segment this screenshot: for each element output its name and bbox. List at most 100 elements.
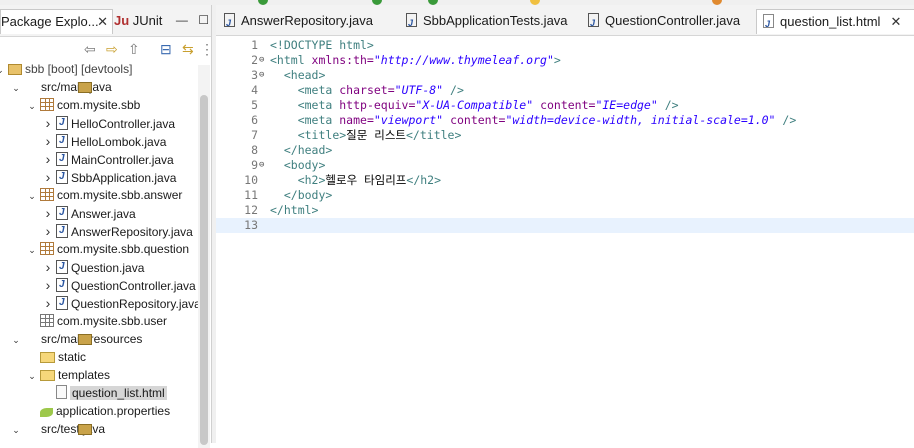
maximize-icon[interactable]: ☐ (198, 13, 209, 27)
chevron-down-icon[interactable]: ⌄ (10, 421, 22, 439)
chevron-right-icon[interactable]: › (42, 204, 54, 222)
tree-scrollbar-thumb[interactable] (200, 95, 208, 445)
chevron-right-icon[interactable]: › (42, 132, 54, 150)
tree-item-label: sbb [boot] [devtools] (25, 62, 133, 76)
chevron-down-icon[interactable]: ⌄ (10, 331, 22, 349)
up-icon[interactable]: ⇧ (128, 41, 140, 58)
chevron-right-icon[interactable]: › (42, 294, 54, 312)
code-token: "width=device-width, initial-scale=1.0" (505, 113, 776, 127)
chevron-right-icon[interactable]: › (42, 222, 54, 240)
fold-collapse-icon[interactable]: ⊖ (259, 158, 264, 173)
code-line[interactable]: 9 ⊖ <body> (216, 158, 914, 173)
tree-item[interactable]: ⌄ com.mysite.sbb (26, 96, 140, 114)
tree-item-label: HelloLombok.java (71, 135, 167, 149)
tree-item-label: AnswerRepository.java (71, 225, 193, 239)
tree-item[interactable]: ⌄ src/test/java (10, 420, 105, 438)
java-file-icon (56, 294, 68, 312)
code-line[interactable]: 3 ⊖ <head> (216, 68, 914, 83)
code-line[interactable]: 11 </body> (216, 188, 914, 203)
code-token: "viewport" (373, 113, 444, 127)
chevron-down-icon[interactable]: ⌄ (26, 187, 38, 205)
code-line[interactable]: 1 <!DOCTYPE html> (216, 38, 914, 53)
code-line[interactable]: 5 <meta http-equiv="X-UA-Compatible" con… (216, 98, 914, 113)
tree-item[interactable]: ⌄ sbb [boot] [devtools] (0, 60, 132, 78)
code-token: content= (540, 98, 596, 112)
chevron-right-icon[interactable]: › (42, 276, 54, 294)
html-file-icon (56, 385, 67, 399)
tree-item-label: com.mysite.sbb (57, 98, 141, 112)
tree-item[interactable]: ⌄ com.mysite.sbb.question (26, 240, 189, 258)
minimize-icon[interactable]: — (176, 13, 188, 27)
tree-item[interactable]: › Answer.java (42, 204, 136, 222)
close-icon[interactable]: ✕ (97, 10, 108, 34)
fold-collapse-icon[interactable]: ⊖ (259, 53, 264, 68)
code-text: <meta name="viewport" content="width=dev… (270, 113, 797, 128)
java-file-icon (588, 11, 599, 35)
forward-arrow-icon[interactable]: ⇨ (106, 41, 118, 58)
editor-tab-label: SbbApplicationTests.java (423, 13, 568, 28)
project-icon (8, 64, 22, 75)
tree-item[interactable]: ⌄ src/main/java (10, 78, 111, 97)
link-with-editor-icon[interactable]: ⇆ (182, 41, 194, 58)
tree-item-label: com.mysite.sbb.user (57, 314, 168, 328)
tab-answer-repository[interactable]: AnswerRepository.java (224, 9, 373, 35)
tab-sbb-application-tests[interactable]: SbbApplicationTests.java (406, 9, 568, 35)
tree-item[interactable]: static (26, 348, 86, 366)
code-token: /> (775, 113, 797, 127)
collapse-all-icon[interactable]: ⊟ (160, 41, 172, 58)
tree-item-label: src/test/java (41, 422, 106, 436)
tab-junit[interactable]: Ju JUnit (114, 9, 162, 33)
code-line[interactable]: 13 (216, 218, 914, 233)
folder-icon (40, 352, 55, 363)
chevron-right-icon[interactable]: › (42, 114, 54, 132)
chevron-right-icon[interactable]: › (42, 258, 54, 276)
tree-item[interactable]: › MainController.java (42, 150, 174, 168)
tab-question-list-html[interactable]: question_list.html ✕ (756, 9, 914, 36)
tree-item[interactable]: › Question.java (42, 258, 145, 276)
code-line[interactable]: 7 <title>질문 리스트</title> (216, 128, 914, 143)
tree-item[interactable]: › HelloLombok.java (42, 132, 167, 150)
tree-item[interactable]: ⌄src/main/resources (10, 330, 142, 348)
editor-tabbar: AnswerRepository.java SbbApplicationTest… (216, 5, 914, 36)
tree-item[interactable]: ⌄ com.mysite.sbb.answer (26, 186, 182, 204)
tab-package-explorer[interactable]: Package Explo... ✕ (0, 9, 113, 34)
chevron-right-icon[interactable]: › (42, 150, 54, 168)
tree-item[interactable]: question_list.html (42, 384, 167, 402)
tree-item[interactable]: › AnswerRepository.java (42, 222, 193, 240)
close-icon[interactable]: ✕ (890, 14, 901, 29)
code-token: name= (339, 113, 374, 127)
tree-item[interactable]: ⌄ templates (26, 366, 110, 384)
code-text: <body> (270, 158, 326, 173)
tree-item[interactable]: › QuestionController.java (42, 276, 196, 294)
code-line[interactable]: 4 <meta charset="UTF-8" /> (216, 83, 914, 98)
tree-item[interactable]: › HelloController.java (42, 114, 175, 132)
code-line[interactable]: 6 <meta name="viewport" content="width=d… (216, 113, 914, 128)
chevron-down-icon[interactable]: ⌄ (0, 61, 6, 79)
editor-tab-label: QuestionController.java (605, 13, 741, 28)
line-number: 12 (244, 203, 258, 217)
back-arrow-icon[interactable]: ⇦ (84, 41, 96, 58)
code-line[interactable]: 2 ⊖ <html xmlns:th="http://www.thymeleaf.o… (216, 53, 914, 68)
package-icon (40, 188, 54, 201)
tab-question-controller[interactable]: QuestionController.java (588, 9, 741, 35)
tree-item[interactable]: application.properties (26, 402, 170, 420)
chevron-right-icon[interactable]: › (42, 168, 54, 186)
code-token: </html> (270, 203, 319, 217)
source-folder-icon (78, 334, 92, 345)
chevron-down-icon[interactable]: ⌄ (26, 241, 38, 259)
chevron-down-icon[interactable]: ⌄ (10, 79, 22, 97)
java-file-icon (56, 114, 68, 132)
tree-item[interactable]: › QuestionRepository.java (42, 294, 201, 312)
code-line[interactable]: 10 <h2>헬로우 타임리프</h2> (216, 173, 914, 188)
tree-item[interactable]: › SbbApplication.java (42, 168, 177, 186)
code-line[interactable]: 12 </html> (216, 203, 914, 218)
tree-item-label: question_list.html (70, 386, 167, 400)
code-line[interactable]: 8 </head> (216, 143, 914, 158)
line-number: 3 (251, 68, 258, 82)
code-token: > (553, 53, 561, 67)
chevron-down-icon[interactable]: ⌄ (26, 97, 38, 115)
chevron-down-icon[interactable]: ⌄ (26, 367, 38, 385)
fold-collapse-icon[interactable]: ⊖ (259, 68, 264, 83)
tree-item-label: QuestionRepository.java (71, 297, 201, 311)
tree-item[interactable]: com.mysite.sbb.user (26, 312, 167, 330)
